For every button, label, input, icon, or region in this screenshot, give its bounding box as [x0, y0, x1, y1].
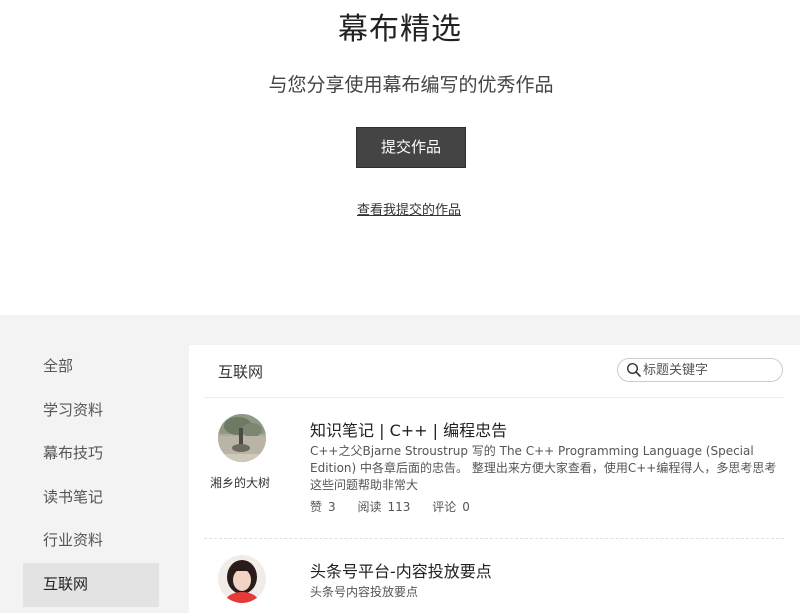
views-count: 113 [387, 500, 411, 514]
submit-work-button[interactable]: 提交作品 [356, 127, 466, 168]
comments-label: 评论 [432, 500, 457, 514]
avatar[interactable] [218, 555, 266, 603]
likes-stat: 赞3 [310, 500, 336, 514]
sidebar-item-reading-notes[interactable]: 读书笔记 [23, 476, 159, 520]
article-item[interactable]: 湘乡的大树 知识笔记 | C++ | 编程忠告 C++之父Bjarne Stro… [189, 398, 800, 538]
article-title[interactable]: 知识笔记 | C++ | 编程忠告 [310, 417, 507, 441]
sidebar-item-tips[interactable]: 幕布技巧 [23, 432, 159, 476]
comments-count: 0 [462, 500, 470, 514]
search-input[interactable] [643, 361, 773, 379]
author-name[interactable]: 湘乡的大树 [210, 474, 270, 491]
article-stats: 赞3 阅读 113 评论 0 [310, 498, 488, 515]
views-label: 阅读 [357, 500, 382, 514]
avatar[interactable] [218, 414, 266, 462]
category-sidebar: 全部 学习资料 幕布技巧 读书笔记 行业资料 互联网 [23, 345, 159, 607]
page-title: 幕布精选 [338, 12, 462, 47]
sidebar-item-study[interactable]: 学习资料 [23, 389, 159, 433]
views-stat: 阅读 113 [357, 500, 410, 514]
article-title[interactable]: 头条号平台-内容投放要点 [310, 558, 492, 582]
likes-count: 3 [328, 500, 336, 514]
panel-header: 互联网 [189, 345, 800, 397]
sidebar-item-industry[interactable]: 行业资料 [23, 519, 159, 563]
sidebar-item-internet[interactable]: 互联网 [23, 562, 159, 607]
search-box[interactable] [617, 358, 783, 382]
page-subtitle: 与您分享使用幕布编写的优秀作品 [268, 74, 554, 96]
hero-section: 幕布精选 与您分享使用幕布编写的优秀作品 提交作品 查看我提交的作品 [0, 0, 800, 315]
works-section: 全部 学习资料 幕布技巧 读书笔记 行业资料 互联网 互联网 标题关键字 湘乡的… [0, 315, 800, 613]
comments-stat: 评论 0 [432, 500, 470, 514]
category-title: 互联网 [218, 363, 264, 381]
works-panel: 互联网 标题关键字 湘乡的大树 知识笔记 | C++ | 编程忠告 C++之父B… [189, 345, 800, 613]
search-icon[interactable] [626, 362, 642, 378]
article-description: C++之父Bjarne Stroustrup 写的 The C++ Progra… [310, 444, 777, 492]
article-item[interactable]: 头条号平台-内容投放要点 头条号内容投放要点 [189, 539, 800, 613]
my-submissions-link[interactable]: 查看我提交的作品 [357, 199, 461, 218]
article-description: 头条号内容投放要点 [310, 585, 419, 599]
likes-label: 赞 [310, 500, 323, 514]
sidebar-item-all[interactable]: 全部 [23, 345, 159, 389]
